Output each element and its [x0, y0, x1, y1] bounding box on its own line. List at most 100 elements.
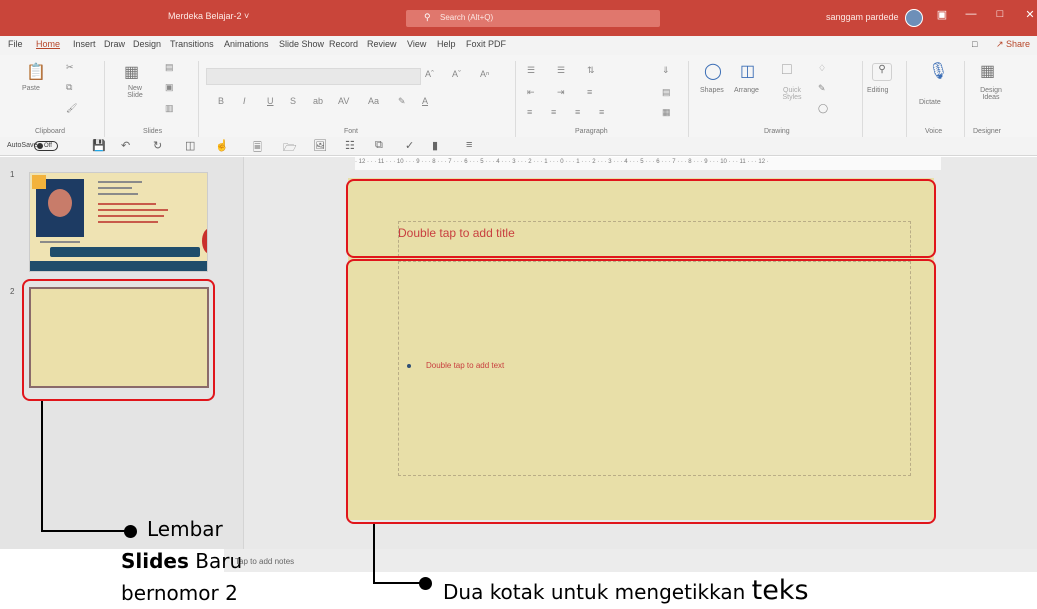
- font-color-icon[interactable]: A: [422, 96, 428, 106]
- decrease-indent-icon[interactable]: ⇤: [527, 87, 535, 98]
- save-icon[interactable]: 💾: [92, 139, 106, 152]
- copy-icon[interactable]: ⧉: [66, 82, 72, 93]
- thumbnail-text-line: [98, 187, 132, 189]
- redo-icon[interactable]: ↻: [153, 139, 162, 152]
- thumbnail-text-line: [98, 181, 142, 183]
- avatar[interactable]: [905, 9, 923, 27]
- search-box[interactable]: ⚲ Search (Alt+Q): [406, 10, 660, 27]
- tab-design[interactable]: Design: [133, 39, 161, 49]
- tab-review[interactable]: Review: [367, 39, 397, 49]
- layout-toggle-icon[interactable]: ▮: [432, 139, 438, 152]
- annotation-text-big: teks: [751, 575, 809, 606]
- italic-icon[interactable]: I: [243, 96, 246, 106]
- decrease-font-icon[interactable]: Aˇ: [452, 69, 461, 79]
- search-icon: ⚲: [424, 12, 431, 22]
- minimize-button[interactable]: —: [961, 8, 981, 20]
- layout-icon[interactable]: ▤: [165, 62, 174, 73]
- tab-home[interactable]: Home: [36, 39, 60, 49]
- notes-pane[interactable]: [224, 549, 1037, 572]
- quick-styles-icon[interactable]: □: [782, 61, 792, 79]
- highlight-icon[interactable]: ✎: [398, 96, 406, 107]
- new-file-icon[interactable]: 🗏: [253, 139, 262, 158]
- tab-help[interactable]: Help: [437, 39, 456, 49]
- format-painter-icon[interactable]: 🖌: [66, 103, 77, 114]
- close-button[interactable]: ✕: [1020, 8, 1037, 21]
- cut-icon[interactable]: ✂: [66, 62, 74, 73]
- tab-animations[interactable]: Animations: [224, 39, 269, 49]
- section-icon[interactable]: ▥: [165, 103, 174, 114]
- smartart-icon[interactable]: ▦: [662, 107, 671, 118]
- strikethrough-icon[interactable]: ab: [313, 96, 323, 106]
- shape-outline-icon[interactable]: ✎: [818, 83, 826, 94]
- reset-icon[interactable]: ▣: [165, 82, 174, 93]
- spelling-icon[interactable]: ✓: [405, 139, 414, 152]
- undo-icon[interactable]: ↶: [121, 139, 130, 152]
- shape-effects-icon[interactable]: ◯: [818, 103, 828, 114]
- touch-mode-icon[interactable]: ☝: [215, 139, 229, 152]
- editing-label: Editing: [867, 87, 889, 94]
- user-name[interactable]: sanggam pardede: [826, 12, 899, 22]
- thumbnail-text-line: [98, 209, 168, 211]
- autosave-toggle[interactable]: Off: [34, 141, 58, 151]
- microphone-icon[interactable]: 🎙: [928, 61, 948, 81]
- customize-toolbar-icon[interactable]: ≡: [466, 139, 472, 151]
- change-case-icon[interactable]: Aa: [368, 96, 379, 106]
- slide-thumbnail-1[interactable]: [29, 172, 208, 272]
- open-icon[interactable]: 🗁: [283, 139, 297, 158]
- tab-slide-show[interactable]: Slide Show: [279, 39, 324, 49]
- present-icon[interactable]: ◫: [185, 139, 195, 152]
- font-name-dropdown[interactable]: [206, 68, 421, 85]
- maximize-button[interactable]: □: [990, 8, 1010, 20]
- text-direction-icon[interactable]: ⇓: [662, 65, 670, 76]
- tab-view[interactable]: View: [407, 39, 426, 49]
- increase-font-icon[interactable]: Aˆ: [425, 69, 434, 79]
- shadow-icon[interactable]: S: [290, 96, 296, 106]
- thumbnail-number: 2: [10, 287, 15, 296]
- shape-fill-icon[interactable]: ♢: [818, 63, 826, 74]
- paste-label: Paste: [22, 85, 40, 92]
- char-spacing-icon[interactable]: AV: [338, 96, 349, 106]
- underline-icon[interactable]: U: [267, 96, 274, 106]
- clear-format-icon[interactable]: Aⁿ: [480, 69, 489, 79]
- find-icon[interactable]: ⚲: [872, 63, 892, 81]
- separator: [906, 61, 907, 139]
- align-right-icon[interactable]: ≡: [575, 107, 580, 117]
- numbering-icon[interactable]: ☰: [557, 65, 565, 76]
- align-text-icon[interactable]: ▤: [662, 87, 671, 98]
- tab-foxit-pdf[interactable]: Foxit PDF: [466, 39, 506, 49]
- tab-insert[interactable]: Insert: [73, 39, 96, 49]
- ribbon-display-icon[interactable]: ▣: [932, 8, 952, 21]
- new-slide-icon[interactable]: ▦: [124, 62, 139, 82]
- quick-access-toolbar: AutoSave Off 💾 ↶ ↻ ◫ ☝ 🗏 🗁 🖼 ☷ ⧉ ✓ ▮ ≡: [0, 137, 1037, 156]
- shapes-icon[interactable]: ◯: [704, 61, 722, 81]
- bold-icon[interactable]: B: [218, 96, 224, 106]
- copy-file-icon[interactable]: ⧉: [375, 139, 383, 152]
- horizontal-ruler: · 12 · · · 11 · · · 10 · · · 9 · · · 8 ·…: [355, 157, 941, 170]
- line-spacing-icon[interactable]: ⇅: [587, 65, 595, 76]
- tab-transitions[interactable]: Transitions: [170, 39, 214, 49]
- vertical-ruler: [224, 157, 244, 549]
- align-left-icon[interactable]: ≡: [527, 107, 532, 117]
- quick-styles-label: Quick Styles: [782, 87, 802, 101]
- paste-icon[interactable]: 📋: [26, 62, 46, 82]
- share-button[interactable]: ↗ Share: [996, 39, 1030, 50]
- shapes-label: Shapes: [700, 87, 724, 94]
- tab-draw[interactable]: Draw: [104, 39, 125, 49]
- tab-record[interactable]: Record: [329, 39, 358, 49]
- tab-file[interactable]: File: [8, 39, 23, 49]
- arrange-icon[interactable]: ◫: [740, 61, 755, 81]
- document-title[interactable]: Merdeka Belajar-2 ˅: [168, 11, 249, 21]
- picture-icon[interactable]: 🖼: [313, 139, 327, 152]
- comments-icon[interactable]: □: [972, 39, 977, 49]
- increase-indent-icon[interactable]: ⇥: [557, 87, 565, 98]
- screenshot-icon[interactable]: ☷: [345, 139, 355, 152]
- columns-icon[interactable]: ≡: [587, 87, 592, 97]
- justify-icon[interactable]: ≡: [599, 107, 604, 117]
- bullets-icon[interactable]: ☰: [527, 65, 535, 76]
- callout-dot: [419, 577, 432, 590]
- design-ideas-icon[interactable]: ▦: [980, 61, 995, 81]
- align-center-icon[interactable]: ≡: [551, 107, 556, 117]
- separator: [964, 61, 965, 139]
- annotation-bold-word: Slides: [121, 549, 189, 573]
- highlight-new-slide: [22, 279, 215, 401]
